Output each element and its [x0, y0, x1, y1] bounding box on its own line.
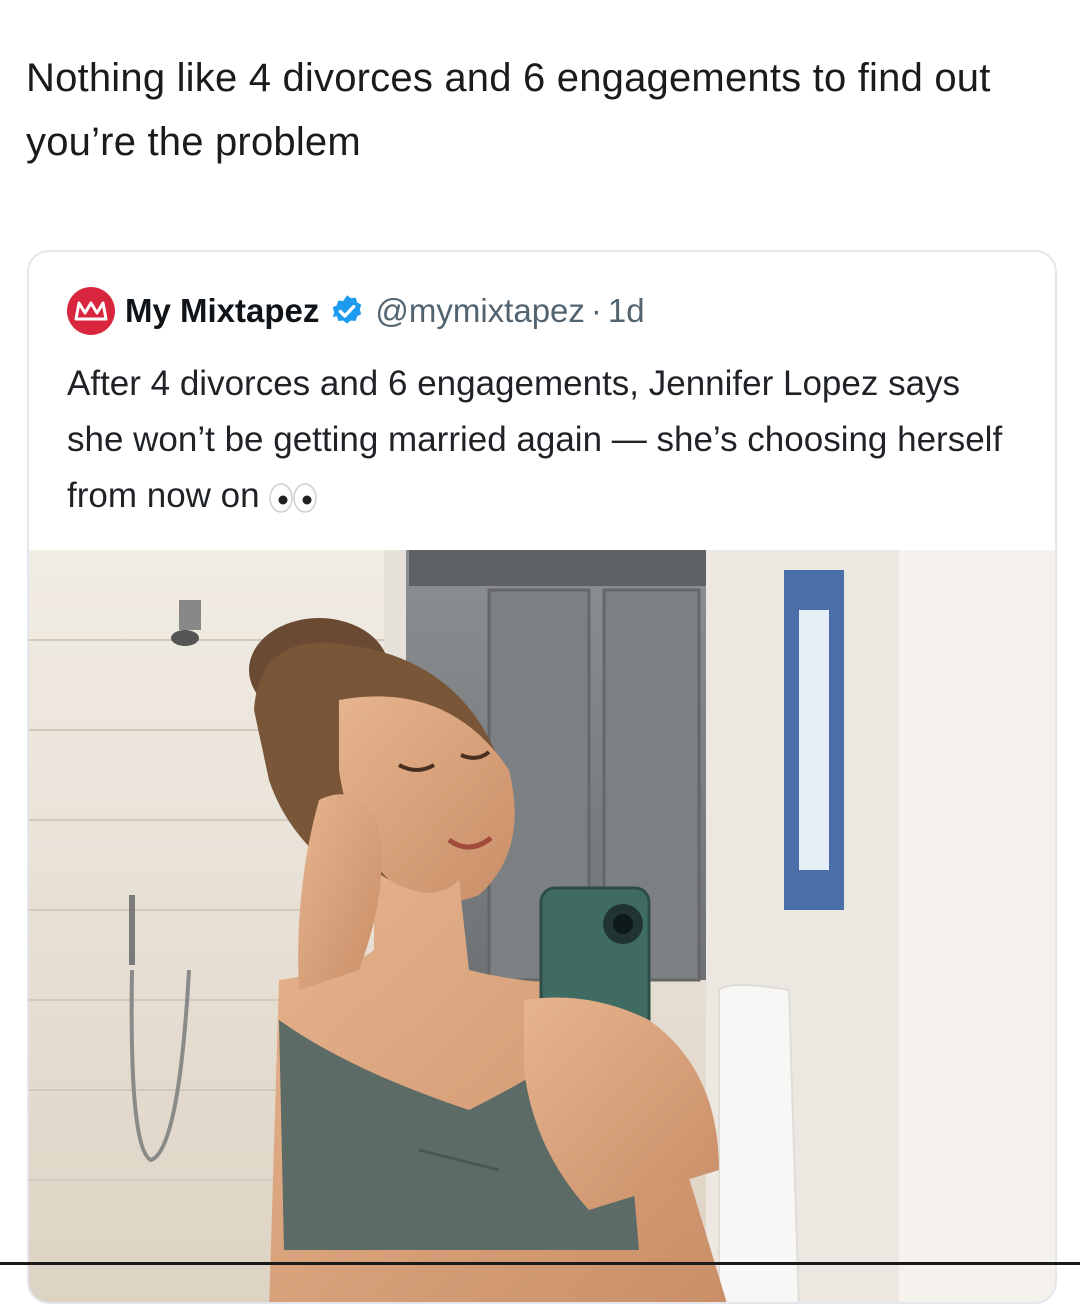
- display-name[interactable]: My Mixtapez: [125, 292, 319, 330]
- quoted-tweet-body: After 4 divorces and 6 engagements, Jenn…: [67, 364, 1003, 515]
- quoted-tweet-card[interactable]: My Mixtapez @mymixtapez · 1d After 4 div…: [27, 250, 1057, 1304]
- timestamp[interactable]: 1d: [608, 292, 645, 330]
- selfie-photo-image: [29, 550, 1055, 1302]
- handle[interactable]: @mymixtapez: [375, 292, 585, 330]
- quoted-tweet-header: My Mixtapez @mymixtapez · 1d: [67, 286, 645, 336]
- mixtapez-logo-icon: [74, 301, 108, 321]
- post-text: Nothing like 4 divorces and 6 engagement…: [26, 56, 991, 164]
- verified-badge-icon: [333, 295, 362, 324]
- separator-dot: ·: [590, 292, 602, 329]
- quoted-tweet-text: After 4 divorces and 6 engagements, Jenn…: [67, 356, 1017, 524]
- tweet-photo[interactable]: [29, 550, 1055, 1302]
- avatar[interactable]: [67, 287, 115, 335]
- eyes-emoji-icon: [268, 483, 317, 513]
